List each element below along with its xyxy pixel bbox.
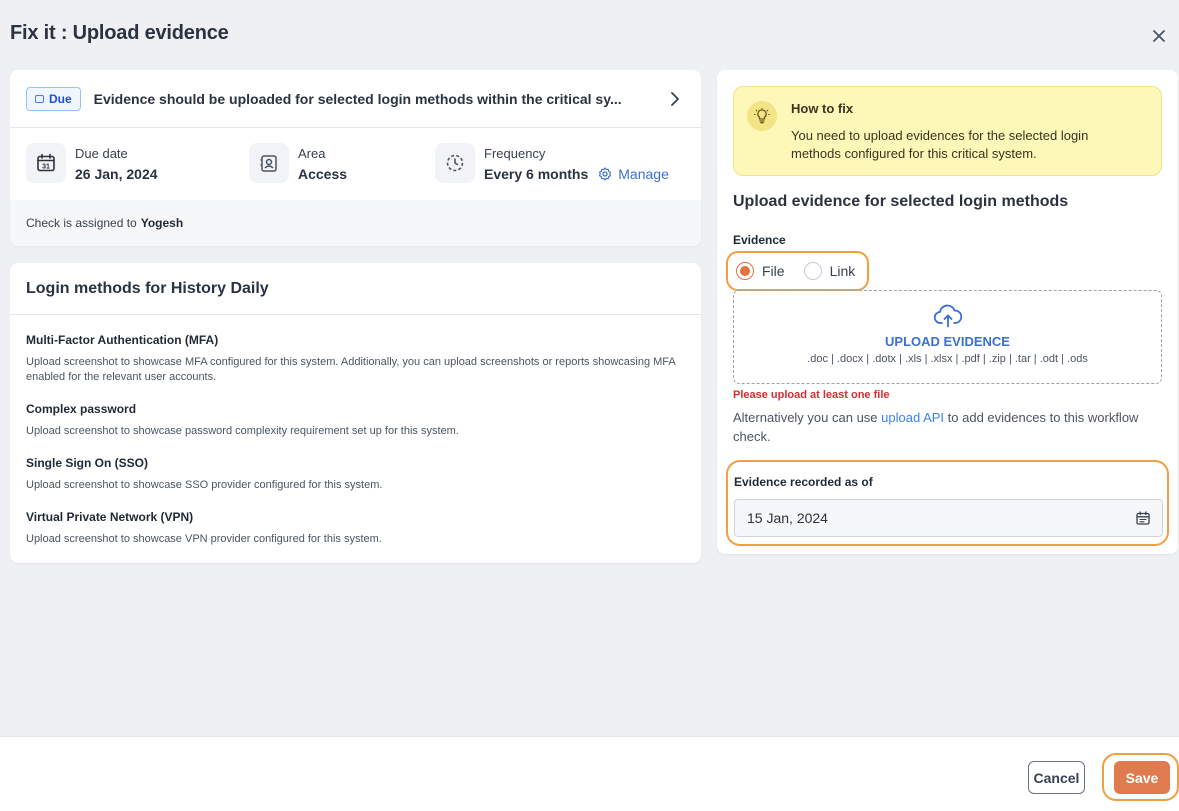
status-badge-label: Due bbox=[49, 91, 72, 106]
login-method-name: Virtual Private Network (VPN) bbox=[26, 510, 194, 524]
assigned-prefix: Check is assigned to bbox=[26, 216, 137, 230]
calendar-icon: 31 bbox=[26, 143, 66, 183]
svg-text:31: 31 bbox=[42, 164, 50, 171]
frequency-value: Every 6 months bbox=[484, 166, 589, 182]
evidence-recorded-date-value: 15 Jan, 2024 bbox=[747, 510, 828, 526]
radio-file-label: File bbox=[762, 263, 785, 279]
cloud-upload-icon bbox=[933, 304, 963, 333]
due-date-meta: 31 Due date 26 Jan, 2024 bbox=[26, 143, 158, 183]
list-item: Complex password Upload screenshot to sh… bbox=[10, 402, 701, 439]
area-label: Area bbox=[298, 146, 326, 161]
list-item: Multi-Factor Authentication (MFA) Upload… bbox=[10, 333, 701, 385]
radio-link-indicator[interactable] bbox=[803, 262, 822, 280]
calendar-picker-icon[interactable] bbox=[1136, 511, 1150, 525]
radio-link-label: Link bbox=[829, 263, 856, 279]
area-value: Access bbox=[298, 166, 348, 182]
contact-card-icon bbox=[249, 143, 289, 183]
recurring-icon bbox=[435, 143, 475, 183]
evidence-label: Evidence bbox=[733, 233, 786, 247]
list-item: Virtual Private Network (VPN) Upload scr… bbox=[10, 510, 701, 547]
assignee-name: Yogesh bbox=[140, 216, 184, 230]
frequency-label: Frequency bbox=[484, 146, 546, 161]
upload-evidence-title: UPLOAD EVIDENCE bbox=[885, 334, 1010, 349]
close-icon[interactable] bbox=[1147, 24, 1171, 48]
login-method-description: Upload screenshot to showcase MFA config… bbox=[26, 356, 676, 383]
cancel-button[interactable]: Cancel bbox=[1028, 761, 1085, 794]
frequency-row: Every 6 months Manage bbox=[484, 166, 669, 182]
upload-api-prefix: Alternatively you can use bbox=[733, 410, 878, 425]
how-to-fix-description: You need to upload evidences for the sel… bbox=[791, 128, 1089, 161]
upload-section-title: Upload evidence for selected login metho… bbox=[733, 193, 1069, 210]
save-button[interactable]: Save bbox=[1114, 761, 1170, 794]
assignee-row: Check is assigned to Yogesh bbox=[10, 200, 701, 246]
chevron-right-icon[interactable] bbox=[665, 89, 685, 109]
how-to-fix-title: How to fix bbox=[791, 101, 854, 116]
list-item: Single Sign On (SSO) Upload screenshot t… bbox=[10, 456, 701, 493]
upload-dropzone[interactable]: UPLOAD EVIDENCE .doc | .docx | .dotx | .… bbox=[733, 290, 1162, 384]
check-summary-card: Due Evidence should be uploaded for sele… bbox=[10, 70, 701, 246]
manage-link[interactable]: Manage bbox=[598, 166, 669, 182]
gear-icon bbox=[599, 167, 612, 181]
login-method-name: Multi-Factor Authentication (MFA) bbox=[26, 333, 219, 347]
login-method-name: Complex password bbox=[26, 402, 137, 416]
manage-label: Manage bbox=[618, 166, 669, 182]
check-summary-row[interactable]: Due Evidence should be uploaded for sele… bbox=[10, 70, 701, 128]
login-methods-card: Login methods for History Daily Multi-Fa… bbox=[10, 263, 701, 563]
lightbulb-icon bbox=[747, 101, 777, 131]
evidence-recorded-label: Evidence recorded as of bbox=[734, 475, 873, 489]
login-method-name: Single Sign On (SSO) bbox=[26, 456, 149, 470]
due-icon bbox=[35, 94, 44, 103]
radio-file[interactable]: File bbox=[736, 262, 785, 280]
due-date-label: Due date bbox=[75, 146, 128, 161]
how-to-fix-panel: How to fix You need to upload evidences … bbox=[733, 86, 1162, 176]
login-methods-title: Login methods for History Daily bbox=[10, 263, 701, 315]
radio-link[interactable]: Link bbox=[803, 262, 856, 280]
dialog-title: Fix it : Upload evidence bbox=[10, 22, 229, 44]
evidence-recorded-group: Evidence recorded as of 15 Jan, 2024 bbox=[726, 460, 1169, 546]
check-summary-text: Evidence should be uploaded for selected… bbox=[93, 90, 622, 107]
area-meta: Area Access bbox=[249, 143, 347, 183]
evidence-type-radio-group: File Link bbox=[726, 251, 869, 291]
check-meta: 31 Due date 26 Jan, 2024 Area Access Fre… bbox=[10, 128, 701, 200]
upload-api-link[interactable]: upload API bbox=[881, 410, 944, 425]
evidence-recorded-date-input[interactable]: 15 Jan, 2024 bbox=[734, 499, 1163, 537]
dialog-header: Fix it : Upload evidence bbox=[0, 0, 1179, 70]
upload-error-message: Please upload at least one file bbox=[733, 389, 890, 401]
dialog-footer: Cancel Save bbox=[0, 736, 1179, 811]
upload-api-hint: Alternatively you can use upload API to … bbox=[733, 408, 1169, 446]
upload-card: How to fix You need to upload evidences … bbox=[717, 70, 1178, 554]
login-method-description: Upload screenshot to showcase SSO provid… bbox=[26, 479, 383, 491]
due-date-value: 26 Jan, 2024 bbox=[75, 166, 158, 182]
login-method-description: Upload screenshot to showcase VPN provid… bbox=[26, 533, 382, 545]
status-badge: Due bbox=[26, 86, 81, 111]
frequency-meta: Frequency Every 6 months Manage bbox=[435, 143, 669, 183]
login-method-description: Upload screenshot to showcase password c… bbox=[26, 425, 459, 437]
accepted-formats: .doc | .docx | .dotx | .xls | .xlsx | .p… bbox=[807, 353, 1088, 365]
radio-file-indicator[interactable] bbox=[736, 262, 754, 280]
